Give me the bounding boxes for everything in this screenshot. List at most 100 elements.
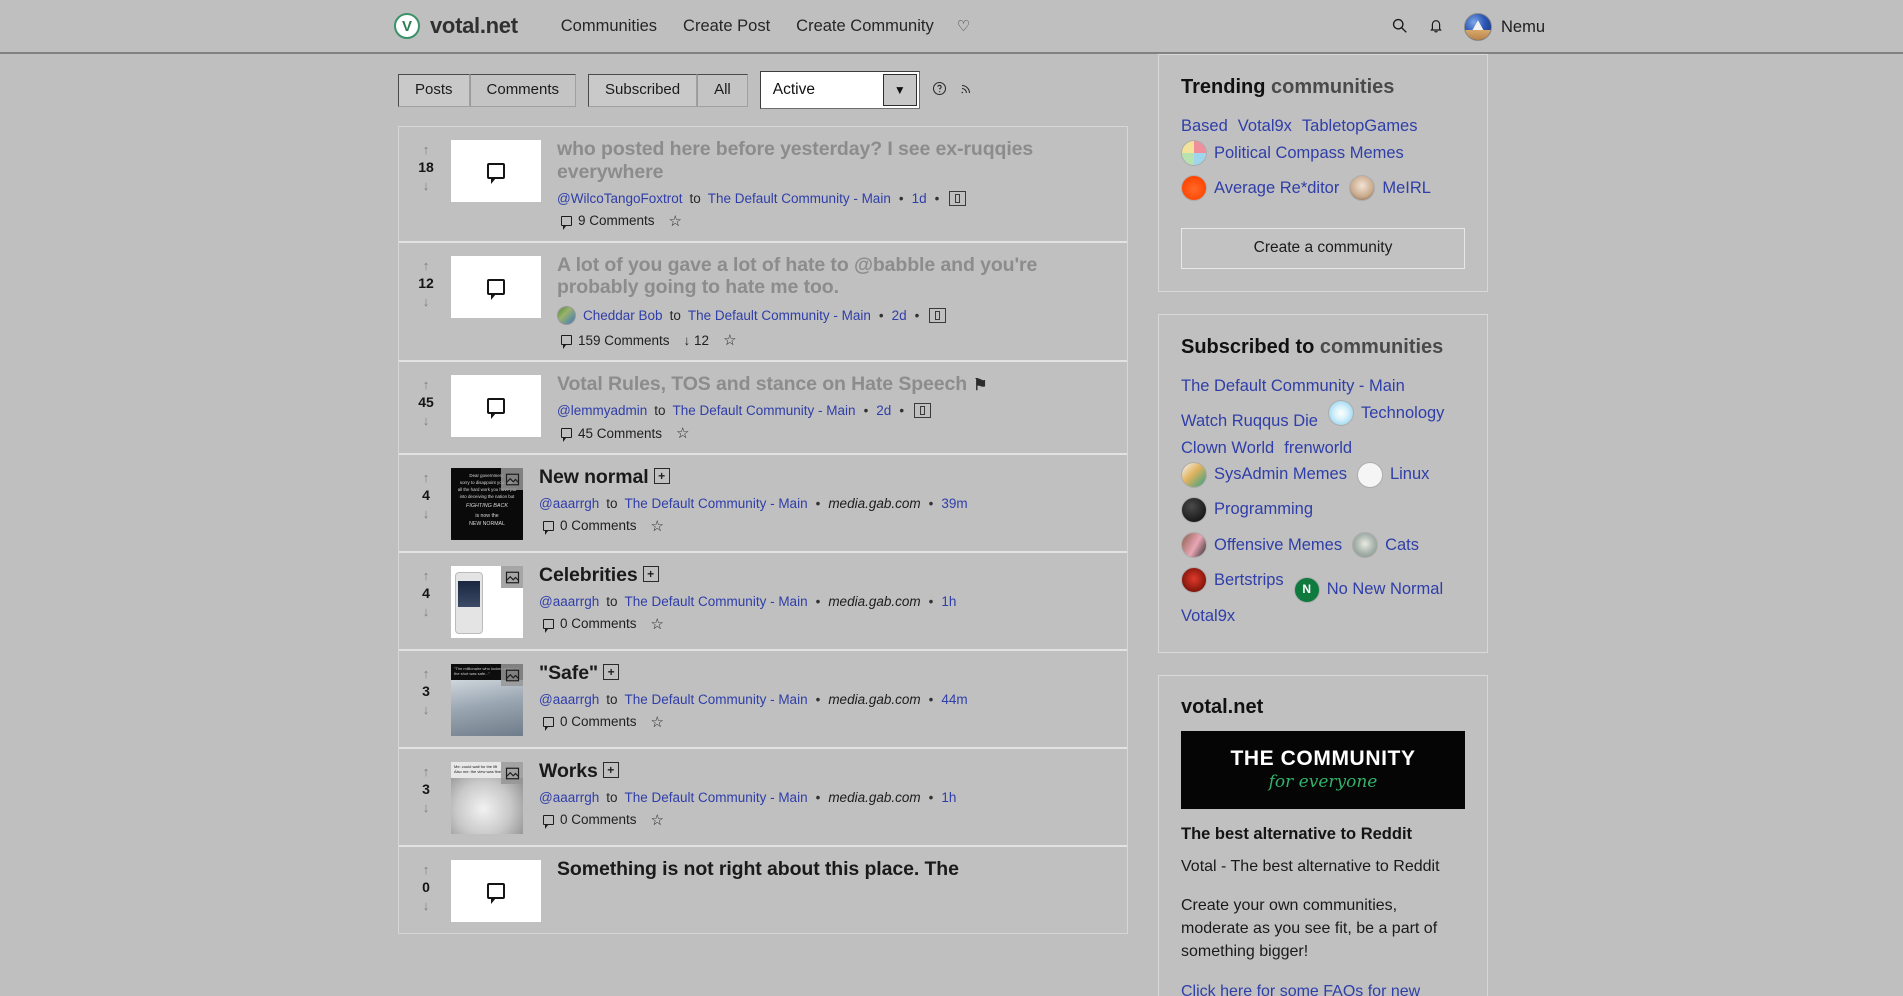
- trending-community-item[interactable]: Average Re*ditor: [1181, 175, 1339, 202]
- site-faq-link[interactable]: Click here for some FAQs for new: [1181, 980, 1465, 996]
- help-circle-icon[interactable]: [932, 81, 947, 99]
- post-timestamp[interactable]: 2d: [892, 308, 907, 323]
- post-creator-link[interactable]: @lemmyadmin: [557, 403, 647, 418]
- upvote-button[interactable]: ↑: [423, 471, 430, 484]
- upvote-button[interactable]: ↑: [423, 863, 430, 876]
- subscribed-community-link[interactable]: Programming: [1214, 496, 1313, 523]
- post-timestamp[interactable]: 1d: [912, 191, 927, 206]
- subscribed-community-link[interactable]: Technology: [1361, 400, 1444, 427]
- post-creator-link[interactable]: @WilcoTangoFoxtrot: [557, 191, 683, 206]
- post-community-link[interactable]: The Default Community - Main: [688, 308, 871, 323]
- chevron-down-icon[interactable]: ▼: [882, 74, 917, 106]
- upvote-button[interactable]: ↑: [423, 569, 430, 582]
- tab-all[interactable]: All: [697, 73, 748, 107]
- subscribed-community-item[interactable]: The Default Community - Main: [1181, 373, 1405, 400]
- subscribed-community-link[interactable]: SysAdmin Memes: [1214, 461, 1347, 488]
- comments-button[interactable]: 0 Comments: [543, 714, 637, 731]
- subscribed-community-link[interactable]: Watch Ruqqus Die: [1181, 408, 1318, 435]
- trending-community-item[interactable]: MeIRL: [1349, 175, 1431, 202]
- subscribed-community-item[interactable]: Programming: [1181, 496, 1313, 523]
- expand-image-icon[interactable]: [501, 566, 523, 589]
- trending-community-link[interactable]: Votal9x: [1238, 113, 1292, 140]
- post-community-link[interactable]: The Default Community - Main: [625, 692, 808, 707]
- crosspost-icon[interactable]: [929, 308, 947, 324]
- post-community-link[interactable]: The Default Community - Main: [673, 403, 856, 418]
- upvote-button[interactable]: ↑: [423, 259, 430, 272]
- comments-button[interactable]: 9 Comments: [561, 213, 655, 230]
- post-thumbnail[interactable]: [451, 860, 541, 923]
- subscribed-community-link[interactable]: Bertstrips: [1214, 567, 1284, 594]
- post-timestamp[interactable]: 44m: [941, 692, 967, 707]
- subscribed-community-link[interactable]: Linux: [1390, 461, 1429, 488]
- expand-image-icon[interactable]: [501, 762, 523, 785]
- subscribed-community-item[interactable]: Votal9x: [1181, 603, 1235, 630]
- downvote-count[interactable]: ↓ 12: [684, 333, 710, 348]
- save-star-icon[interactable]: ☆: [651, 713, 664, 731]
- post-title[interactable]: "Safe" +: [539, 662, 1113, 685]
- expand-image-icon[interactable]: [501, 664, 523, 687]
- post-title[interactable]: A lot of you gave a lot of hate to @babb…: [557, 254, 1113, 300]
- subscribed-community-item[interactable]: Technology: [1327, 399, 1444, 427]
- subscribed-community-item[interactable]: frenworld: [1284, 435, 1352, 462]
- trending-community-item[interactable]: TabletopGames: [1302, 113, 1418, 140]
- comments-button[interactable]: 0 Comments: [543, 812, 637, 829]
- downvote-button[interactable]: ↓: [423, 703, 430, 716]
- post-thumbnail[interactable]: "The millionaire who locked a test on th…: [451, 664, 523, 737]
- tab-subscribed[interactable]: Subscribed: [588, 73, 698, 107]
- post-creator-link[interactable]: @aaarrgh: [539, 692, 599, 707]
- subscribed-community-item[interactable]: SysAdmin Memes: [1181, 461, 1347, 488]
- post-timestamp[interactable]: 1h: [941, 790, 956, 805]
- post-creator-link[interactable]: @aaarrgh: [539, 496, 599, 511]
- support-heart-icon[interactable]: ♡: [947, 17, 980, 35]
- save-star-icon[interactable]: ☆: [676, 424, 689, 442]
- search-icon[interactable]: [1391, 17, 1408, 38]
- post-timestamp[interactable]: 1h: [941, 594, 956, 609]
- expand-post-icon[interactable]: +: [653, 468, 670, 485]
- comments-button[interactable]: 45 Comments: [561, 426, 662, 443]
- post-thumbnail[interactable]: Me: could wait for the lift Also me: the …: [451, 762, 523, 835]
- subscribed-community-link[interactable]: The Default Community - Main: [1181, 373, 1405, 400]
- subscribed-community-item[interactable]: Clown World: [1181, 435, 1274, 462]
- upvote-button[interactable]: ↑: [423, 378, 430, 391]
- subscribed-community-item[interactable]: Linux: [1356, 461, 1429, 488]
- nav-link-create-post[interactable]: Create Post: [670, 17, 783, 36]
- trending-community-link[interactable]: Political Compass Memes: [1214, 140, 1404, 167]
- post-thumbnail[interactable]: [451, 140, 541, 202]
- trending-community-link[interactable]: TabletopGames: [1302, 113, 1418, 140]
- post-title[interactable]: New normal +: [539, 466, 1113, 489]
- downvote-button[interactable]: ↓: [423, 899, 430, 912]
- upvote-button[interactable]: ↑: [423, 143, 430, 156]
- post-creator-link[interactable]: @aaarrgh: [539, 790, 599, 805]
- crosspost-icon[interactable]: [914, 403, 932, 419]
- trending-community-link[interactable]: MeIRL: [1382, 175, 1431, 202]
- upvote-button[interactable]: ↑: [423, 667, 430, 680]
- notifications-bell-icon[interactable]: [1428, 17, 1444, 38]
- post-community-link[interactable]: The Default Community - Main: [625, 594, 808, 609]
- save-star-icon[interactable]: ☆: [723, 331, 736, 349]
- post-community-link[interactable]: The Default Community - Main: [625, 496, 808, 511]
- sort-select[interactable]: Active ▼: [759, 71, 920, 109]
- user-menu[interactable]: Nemu: [1463, 13, 1545, 41]
- subscribed-community-link[interactable]: Cats: [1385, 532, 1419, 559]
- expand-post-icon[interactable]: +: [602, 762, 619, 779]
- rss-feed-icon[interactable]: [959, 81, 974, 99]
- tab-posts[interactable]: Posts: [398, 73, 470, 107]
- downvote-button[interactable]: ↓: [423, 295, 430, 308]
- post-thumbnail[interactable]: [451, 255, 541, 318]
- subscribed-community-item[interactable]: Offensive Memes: [1181, 531, 1342, 559]
- subscribed-community-link[interactable]: Clown World: [1181, 435, 1274, 462]
- post-creator-link[interactable]: @aaarrgh: [539, 594, 599, 609]
- expand-post-icon[interactable]: +: [642, 566, 659, 583]
- save-star-icon[interactable]: ☆: [669, 212, 682, 230]
- downvote-button[interactable]: ↓: [423, 605, 430, 618]
- post-community-link[interactable]: The Default Community - Main: [625, 790, 808, 805]
- brand-home-link[interactable]: V votal.net: [394, 13, 518, 39]
- subscribed-community-item[interactable]: Watch Ruqqus Die: [1181, 408, 1318, 435]
- subscribed-community-item[interactable]: Bertstrips: [1181, 566, 1284, 594]
- downvote-button[interactable]: ↓: [423, 507, 430, 520]
- comments-button[interactable]: 0 Comments: [543, 518, 637, 535]
- post-timestamp[interactable]: 2d: [876, 403, 891, 418]
- post-thumbnail[interactable]: [451, 566, 523, 639]
- trending-community-link[interactable]: Based: [1181, 113, 1228, 140]
- post-title[interactable]: Votal Rules, TOS and stance on Hate Spee…: [557, 373, 1113, 396]
